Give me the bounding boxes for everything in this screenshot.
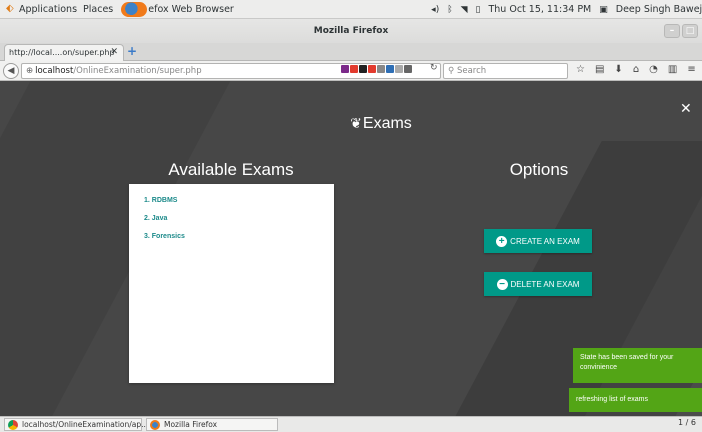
search-icon: ⚲: [448, 66, 457, 76]
user-icon[interactable]: ▣: [599, 5, 608, 15]
create-exam-label: CREATE AN EXAM: [510, 236, 580, 246]
reading-list-icon[interactable]: ▤: [595, 64, 604, 75]
page-title-text: Exams: [362, 115, 412, 132]
minus-circle-icon: −: [496, 278, 508, 290]
volume-icon[interactable]: ◂): [431, 5, 439, 15]
window-title: Mozilla Firefox: [313, 26, 389, 36]
user-name[interactable]: Deep Singh Baweja: [616, 4, 702, 15]
workspace-pager[interactable]: 1 / 6: [678, 418, 696, 427]
search-input[interactable]: ⚲ Search: [443, 63, 568, 79]
bluetooth-icon[interactable]: ᛒ: [447, 5, 452, 15]
system-tray: ◂) ᛒ ◥ ▯ Thu Oct 15, 11:34 PM ▣ Deep Sin…: [431, 0, 702, 19]
maximize-button[interactable]: □: [682, 24, 698, 38]
apps-icon: ⬖: [6, 3, 14, 14]
toolbar-icons: ☆ ▤ ⬇ ⌂ ◔ ▥ ≡: [576, 64, 696, 75]
navigation-toolbar: ◀ ⊕ localhost/OnlineExamination/super.php…: [0, 61, 702, 81]
tab-strip: http://local....on/super.php ✕ +: [0, 43, 702, 61]
extension-icons[interactable]: [341, 63, 412, 75]
globe-icon: ⊕: [26, 66, 34, 76]
menu-icon[interactable]: ≡: [687, 64, 695, 75]
window-titlebar: Mozilla Firefox – □: [0, 19, 702, 43]
options-heading: Options: [509, 160, 569, 179]
home-icon[interactable]: ⌂: [633, 64, 639, 75]
taskbar-item-label: Mozilla Firefox: [164, 420, 218, 429]
bookmark-star-icon[interactable]: ☆: [576, 64, 585, 75]
exam-link-java[interactable]: 2. Java: [144, 215, 319, 222]
firefox-icon[interactable]: [121, 1, 148, 17]
back-icon[interactable]: ◀: [3, 63, 19, 79]
toast-notification[interactable]: refreshing list of exams: [569, 388, 702, 412]
chrome-icon: [8, 420, 18, 430]
clock[interactable]: Thu Oct 15, 11:34 PM: [488, 4, 591, 15]
wifi-icon[interactable]: ◥: [461, 5, 468, 15]
leaf-icon: ❦: [350, 115, 362, 131]
places-menu[interactable]: Places: [83, 4, 113, 15]
url-path: /OnlineExamination/super.php: [73, 66, 202, 76]
battery-icon[interactable]: ▯: [476, 5, 481, 15]
gnome-top-bar: ⬖ Applications Places efox Web Browser ◂…: [0, 0, 702, 19]
taskbar-item-firefox[interactable]: Mozilla Firefox: [146, 418, 278, 431]
minimize-button[interactable]: –: [664, 24, 680, 38]
firefox-icon: [150, 420, 160, 430]
exam-list-panel: 1. RDBMS 2. Java 3. Forensics: [129, 184, 334, 383]
exam-link-rdbms[interactable]: 1. RDBMS: [144, 197, 319, 204]
taskbar-item-label: localhost/OnlineExamination/ap...: [22, 420, 149, 429]
new-tab-button[interactable]: +: [127, 44, 137, 59]
toast-notification[interactable]: State has been saved for your convinienc…: [573, 348, 702, 383]
reload-icon[interactable]: ↻: [430, 63, 438, 73]
places-label: Places: [83, 3, 114, 15]
page-title: ❦Exams: [0, 115, 702, 133]
applications-label: Applications: [19, 3, 78, 15]
pocket-icon[interactable]: ◔: [649, 64, 658, 75]
page-content: ✕ ❦Exams Available Exams Options 1. RDBM…: [0, 81, 702, 416]
close-icon[interactable]: ✕: [110, 45, 118, 60]
exam-link-forensics[interactable]: 3. Forensics: [144, 233, 319, 240]
plus-circle-icon: +: [496, 235, 508, 247]
window-list-taskbar: localhost/OnlineExamination/ap... Mozill…: [0, 416, 702, 432]
browser-tab[interactable]: http://local....on/super.php ✕: [4, 44, 124, 61]
create-exam-button[interactable]: + CREATE AN EXAM: [484, 229, 592, 253]
tab-label: http://local....on/super.php: [9, 48, 115, 57]
delete-exam-label: DELETE AN EXAM: [510, 279, 580, 289]
applications-menu[interactable]: ⬖ Applications: [6, 4, 77, 15]
taskbar-item-chrome[interactable]: localhost/OnlineExamination/ap...: [4, 418, 148, 431]
search-placeholder: Search: [456, 66, 487, 76]
available-exams-heading: Available Exams: [168, 160, 294, 179]
active-app-label[interactable]: efox Web Browser: [148, 4, 234, 15]
delete-exam-button[interactable]: − DELETE AN EXAM: [484, 272, 592, 296]
url-host: localhost: [35, 66, 74, 76]
download-icon[interactable]: ⬇: [614, 64, 622, 75]
sidebar-icon[interactable]: ▥: [668, 64, 677, 75]
